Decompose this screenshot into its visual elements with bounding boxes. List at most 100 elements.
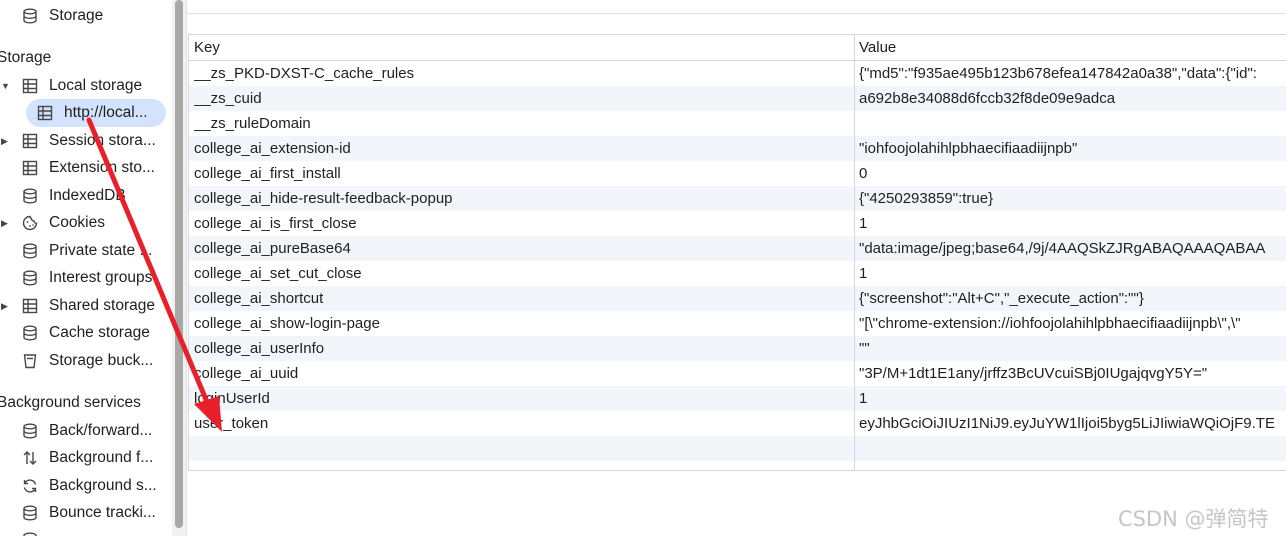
sidebar-item-label: Interest groups (49, 269, 153, 286)
sidebar-item-storage[interactable]: Storage (0, 3, 172, 29)
sidebar-item-indexeddb[interactable]: IndexedDB (0, 183, 172, 209)
caret-down-icon[interactable]: ▼ (1, 73, 11, 99)
cookie-icon (22, 215, 38, 231)
table-header: Key Value (189, 35, 1286, 61)
value-cell: 1 (859, 215, 868, 232)
sidebar-item-label: Background s... (49, 477, 157, 494)
sidebar-item-label: Extension sto... (49, 159, 155, 176)
table-icon (22, 133, 38, 149)
key-cell: college_ai_shortcut (194, 290, 324, 307)
sidebar-item-label: Cookies (49, 214, 105, 231)
sidebar-item-background-sync[interactable]: Background s... (0, 473, 172, 499)
sidebar-item-cookies[interactable]: ▶ Cookies (0, 210, 172, 236)
caret-right-icon[interactable]: ▶ (1, 293, 11, 319)
key-cell: college_ai_uuid (194, 365, 299, 382)
key-cell: college_ai_hide-result-feedback-popup (194, 190, 453, 207)
value-cell: eyJhbGciOiJIUzI1NiJ9.eyJuYW1lIjoi5byg5Li… (859, 415, 1275, 432)
sidebar-item-interest-groups[interactable]: Interest groups (0, 265, 172, 291)
value-cell: {"4250293859":true} (859, 190, 994, 207)
key-cell: college_ai_userInfo (194, 340, 325, 357)
database-icon (23, 505, 37, 521)
table-row[interactable]: college_ai_is_first_close 1 (189, 211, 1286, 236)
sidebar-item-label: IndexedDB (49, 187, 126, 204)
sidebar-item-label: Back/forward... (49, 422, 153, 439)
sidebar-item-cache-storage[interactable]: Cache storage (0, 320, 172, 346)
storage-sidebar: Storage Storage ▼ Local storage http://l… (0, 0, 172, 536)
sidebar-item-private-state[interactable]: Private state ... (0, 238, 172, 264)
key-cell: college_ai_extension-id (194, 140, 351, 157)
key-cell: __zs_cuid (194, 90, 262, 107)
value-cell: a692b8e34088d6fccb32f8de09e9adca (859, 90, 1116, 107)
value-cell: 0 (859, 165, 868, 182)
table-row-empty[interactable] (189, 436, 1286, 461)
local-storage-table: Key Value __zs_PKD-DXST-C_cache_rules {"… (188, 34, 1286, 471)
sidebar-item-session-storage[interactable]: ▶ Session stora... (0, 128, 172, 154)
value-cell: {"screenshot":"Alt+C","_execute_action":… (859, 290, 1144, 307)
table-row[interactable]: college_ai_extension-id "iohfoojolahihlp… (189, 136, 1286, 161)
table-row[interactable]: loginUserId 1 (189, 386, 1286, 411)
key-cell: college_ai_set_cut_close (194, 265, 362, 282)
table-row[interactable]: college_ai_userInfo "" (189, 336, 1286, 361)
table-row[interactable]: college_ai_show-login-page "[\"chrome-ex… (189, 311, 1286, 336)
sidebar-item-label: Local storage (49, 77, 143, 94)
sidebar-item-label: Bounce tracki... (49, 504, 156, 521)
database-icon (23, 188, 37, 204)
sidebar-item-label: Storage (49, 7, 104, 24)
database-icon (23, 532, 37, 536)
value-cell: 1 (859, 265, 868, 282)
table-icon (37, 105, 53, 121)
table-row[interactable]: college_ai_shortcut {"screenshot":"Alt+C… (189, 286, 1286, 311)
table-row[interactable]: college_ai_pureBase64 "data:image/jpeg;b… (189, 236, 1286, 261)
caret-right-icon[interactable]: ▶ (1, 210, 11, 236)
csdn-watermark: CSDN @弹简特 (1118, 507, 1269, 531)
value-cell: "" (859, 340, 870, 357)
table-row[interactable]: college_ai_set_cut_close 1 (189, 261, 1286, 286)
sidebar-item-label: Shared storage (49, 297, 155, 314)
value-cell: "data:image/jpeg;base64,/9j/4AAQSkZJRgAB… (859, 240, 1266, 257)
caret-right-icon[interactable]: ▶ (1, 128, 11, 154)
sidebar-item-label: Cache storage (49, 324, 150, 341)
table-row[interactable]: college_ai_hide-result-feedback-popup {"… (189, 186, 1286, 211)
panel-divider[interactable] (186, 0, 187, 536)
table-icon (22, 160, 38, 176)
sidebar-item-label: http://local... (64, 104, 148, 121)
sidebar-item-local-storage[interactable]: ▼ Local storage (0, 73, 172, 99)
sidebar-item-label: Background f... (49, 449, 154, 466)
sidebar-item-back-forward-cache[interactable]: Back/forward... (0, 418, 172, 444)
table-row[interactable]: __zs_PKD-DXST-C_cache_rules {"md5":"f935… (189, 61, 1286, 86)
sidebar-item-background-fetch[interactable]: Background f... (0, 445, 172, 471)
column-header-key[interactable]: Key (194, 35, 849, 60)
database-icon (23, 243, 37, 259)
table-row[interactable]: __zs_cuid a692b8e34088d6fccb32f8de09e9ad… (189, 86, 1286, 111)
key-cell: college_ai_first_install (194, 165, 341, 182)
table-icon (22, 78, 38, 94)
table-row[interactable]: college_ai_uuid "3P/M+1dt1E1any/jrffz3Bc… (189, 361, 1286, 386)
sidebar-scrollbar-thumb[interactable] (175, 0, 183, 528)
storage-section-title: Storage (0, 49, 52, 66)
key-cell: loginUserId (194, 390, 270, 407)
sidebar-item-bounce-tracking[interactable]: Bounce tracki... (0, 500, 172, 526)
sidebar-item-local-origin[interactable]: http://local... (0, 100, 172, 126)
column-divider[interactable] (854, 35, 855, 470)
key-cell: __zs_ruleDomain (194, 115, 311, 132)
key-cell: user_token (194, 415, 269, 432)
column-header-value[interactable]: Value (859, 35, 1286, 60)
sidebar-item-partial[interactable] (0, 527, 172, 536)
sidebar-item-label: Session stora... (49, 132, 156, 149)
sidebar-item-label: Storage buck... (49, 352, 154, 369)
background-services-section-title: Background services (0, 394, 141, 411)
table-row[interactable]: college_ai_first_install 0 (189, 161, 1286, 186)
up-down-arrows-icon (23, 451, 37, 465)
sidebar-item-shared-storage[interactable]: ▶ Shared storage (0, 293, 172, 319)
sidebar-item-storage-buckets[interactable]: Storage buck... (0, 348, 172, 374)
table-icon (22, 298, 38, 314)
table-row[interactable]: __zs_ruleDomain (189, 111, 1286, 136)
sidebar-item-extension-storage[interactable]: Extension sto... (0, 155, 172, 181)
key-cell: college_ai_is_first_close (194, 215, 357, 232)
table-row[interactable]: user_token eyJhbGciOiJIUzI1NiJ9.eyJuYW1l… (189, 411, 1286, 436)
database-icon (23, 423, 37, 439)
database-icon (23, 8, 37, 24)
value-cell: "[\"chrome-extension://iohfoojolahihlpbh… (859, 315, 1241, 332)
value-cell: {"md5":"f935ae495b123b678efea147842a0a38… (859, 65, 1257, 82)
sync-icon (23, 479, 37, 493)
